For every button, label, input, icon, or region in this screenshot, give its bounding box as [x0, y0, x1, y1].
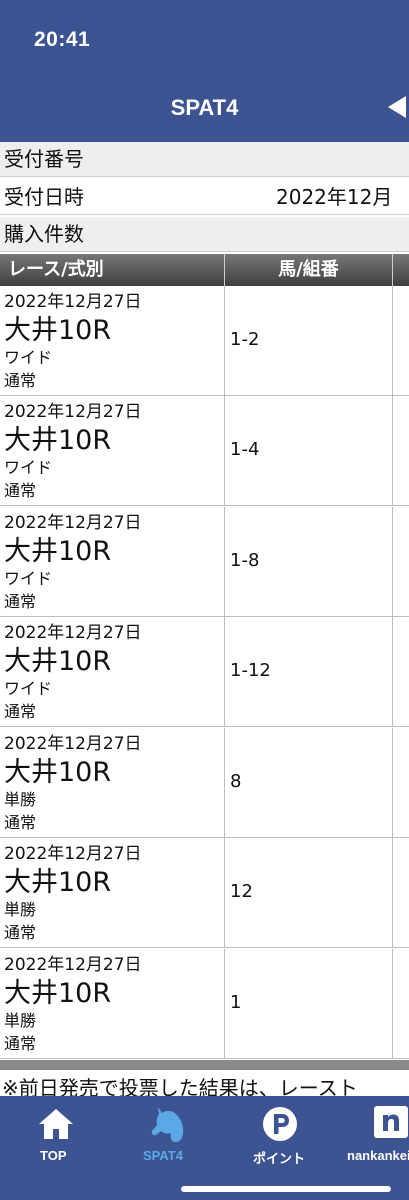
n-square-icon [374, 1106, 408, 1138]
horse-cell: 1-8 [225, 507, 393, 616]
bet-kind: 通常 [4, 371, 37, 390]
home-indicator [181, 1186, 391, 1192]
p-circle-icon [263, 1107, 297, 1141]
table-bottom-bar [0, 1060, 409, 1070]
receipt-datetime-value: 2022年12月 [276, 185, 393, 209]
bet-kind: 通常 [4, 813, 37, 832]
bet-kind: 通常 [4, 1034, 37, 1053]
race-venue: 大井10R [4, 867, 112, 898]
table-row: 2022年12月27日 大井10R 単勝 通常 1 [0, 949, 409, 1059]
tab-label: nankankeiba [347, 1148, 409, 1163]
bet-type: 単勝 [4, 1011, 37, 1030]
tab-label: ポイント [253, 1151, 306, 1166]
table-row: 2022年12月27日 大井10R 単勝 通常 12 [0, 838, 409, 948]
status-time: 20:41 [34, 28, 91, 51]
column-header-more [393, 254, 409, 286]
bet-type: ワイド [4, 569, 53, 588]
race-venue: 大井10R [4, 536, 112, 567]
horse-combination: 8 [230, 771, 242, 792]
race-venue: 大井10R [4, 315, 112, 346]
bet-kind: 通常 [4, 923, 37, 942]
bet-kind: 通常 [4, 702, 37, 721]
horse-cell: 12 [225, 838, 393, 947]
horse-cell: 8 [225, 728, 393, 837]
purchase-count-label: 購入件数 [4, 222, 84, 246]
race-venue: 大井10R [4, 757, 112, 788]
table-row: 2022年12月27日 大井10R 単勝 通常 8 [0, 728, 409, 838]
tab-point[interactable]: ポイント [245, 1096, 325, 1176]
race-cell: 2022年12月27日 大井10R ワイド 通常 [0, 617, 225, 726]
table-row: 2022年12月27日 大井10R ワイド 通常 1-2 [0, 286, 409, 396]
race-cell: 2022年12月27日 大井10R ワイド 通常 [0, 396, 225, 505]
bet-kind: 通常 [4, 592, 37, 611]
bet-type: ワイド [4, 458, 53, 477]
receipt-number-label: 受付番号 [4, 147, 84, 171]
race-venue: 大井10R [4, 978, 112, 1009]
bet-type: ワイド [4, 348, 53, 367]
table-row: 2022年12月27日 大井10R ワイド 通常 1-8 [0, 507, 409, 617]
horse-combination: 12 [230, 881, 253, 902]
horse-combination: 1-8 [230, 550, 260, 571]
tab-label: TOP [40, 1148, 67, 1163]
home-icon [39, 1109, 73, 1139]
bet-type: 単勝 [4, 900, 37, 919]
race-venue: 大井10R [4, 646, 112, 677]
column-header-horse: 馬/組番 [225, 254, 393, 286]
race-cell: 2022年12月27日 大井10R 単勝 通常 [0, 949, 225, 1058]
tab-nankan[interactable]: nankankeiba [340, 1096, 409, 1176]
horse-cell: 1-12 [225, 617, 393, 726]
horse-combination: 1-4 [230, 439, 260, 460]
horse-cell: 1 [225, 949, 393, 1058]
race-cell: 2022年12月27日 大井10R 単勝 通常 [0, 838, 225, 947]
triangle-left-icon[interactable] [388, 96, 406, 118]
app-header: 20:41 SPAT4 [0, 0, 409, 142]
horse-head-icon [151, 1107, 184, 1143]
tab-bar: TOP SPAT4 ポイント nankankeiba [0, 1096, 409, 1200]
page-title: SPAT4 [170, 95, 239, 120]
tab-top[interactable]: TOP [20, 1096, 95, 1176]
tab-spat4[interactable]: SPAT4 [130, 1096, 205, 1176]
horse-combination: 1-12 [230, 660, 271, 681]
receipt-number-row: 受付番号 [0, 142, 409, 177]
purchase-count-row: 購入件数 [0, 217, 409, 252]
race-cell: 2022年12月27日 大井10R 単勝 通常 [0, 728, 225, 837]
race-venue: 大井10R [4, 425, 112, 456]
table-row: 2022年12月27日 大井10R ワイド 通常 1-12 [0, 617, 409, 727]
receipt-datetime-row: 受付日時 2022年12月 [0, 180, 409, 215]
race-cell: 2022年12月27日 大井10R ワイド 通常 [0, 286, 225, 395]
table-header: レース/式別 馬/組番 [0, 254, 409, 286]
horse-combination: 1-2 [230, 329, 260, 350]
column-header-race: レース/式別 [0, 254, 225, 286]
tab-label: SPAT4 [143, 1148, 183, 1163]
horse-cell: 1-4 [225, 396, 393, 505]
horse-cell: 1-2 [225, 286, 393, 395]
table-row: 2022年12月27日 大井10R ワイド 通常 1-4 [0, 396, 409, 506]
bet-kind: 通常 [4, 481, 37, 500]
receipt-datetime-label: 受付日時 [4, 185, 84, 209]
bet-type: 単勝 [4, 790, 37, 809]
bet-type: ワイド [4, 679, 53, 698]
horse-combination: 1 [230, 992, 242, 1013]
race-cell: 2022年12月27日 大井10R ワイド 通常 [0, 507, 225, 616]
